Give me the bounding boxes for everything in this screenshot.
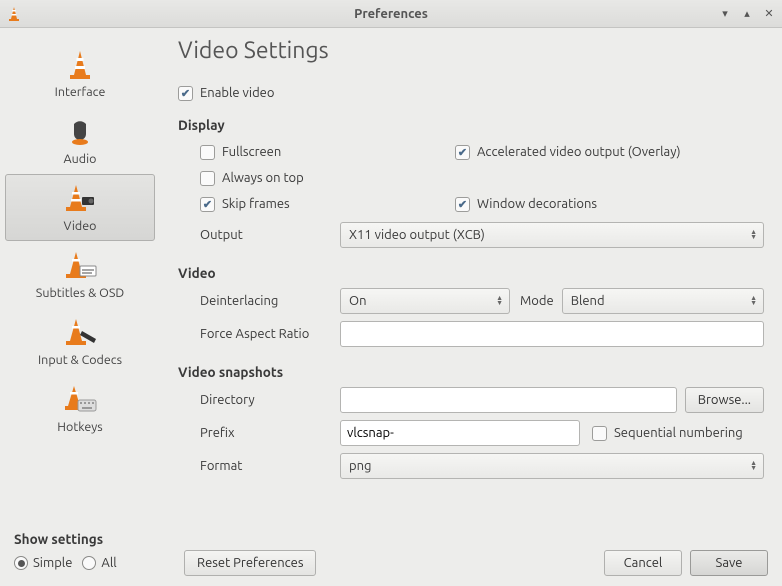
window-title: Preferences: [354, 7, 428, 21]
prefix-input[interactable]: [340, 420, 580, 446]
minimize-icon[interactable]: ▾: [718, 7, 732, 20]
always-on-top-checkbox[interactable]: [200, 171, 215, 186]
directory-input[interactable]: [340, 387, 677, 413]
window-decorations-label: Window decorations: [477, 197, 597, 211]
deinterlacing-select[interactable]: On ▲▼: [340, 288, 510, 314]
output-label: Output: [200, 228, 340, 242]
accelerated-checkbox[interactable]: [455, 145, 470, 160]
page-title: Video Settings: [178, 38, 764, 63]
fullscreen-checkbox[interactable]: [200, 145, 215, 160]
sidebar-item-label: Input & Codecs: [38, 353, 122, 367]
snapshots-heading: Video snapshots: [178, 364, 764, 380]
sidebar-item-label: Interface: [55, 85, 106, 99]
format-value: png: [349, 459, 372, 473]
codecs-icon: [62, 315, 98, 351]
skip-frames-checkbox[interactable]: [200, 197, 215, 212]
force-ar-label: Force Aspect Ratio: [200, 327, 340, 341]
select-spinner-icon: ▲▼: [750, 461, 757, 471]
enable-video-row: Enable video: [178, 79, 764, 107]
deinterlacing-label: Deinterlacing: [200, 294, 340, 308]
main-panel: Video Settings Enable video Display Full…: [160, 28, 782, 525]
skip-frames-label: Skip frames: [222, 197, 290, 211]
sidebar-item-video[interactable]: Video: [5, 174, 155, 241]
select-spinner-icon: ▲▼: [750, 296, 757, 306]
all-label: All: [101, 556, 116, 570]
footer: Show settings Simple All Reset Preferenc…: [0, 525, 782, 586]
sidebar-item-hotkeys[interactable]: Hotkeys: [5, 375, 155, 442]
sidebar-item-label: Audio: [64, 152, 97, 166]
select-spinner-icon: ▲▼: [750, 230, 757, 240]
sidebar-item-subtitles[interactable]: Subtitles & OSD: [5, 241, 155, 308]
window-decorations-checkbox[interactable]: [455, 197, 470, 212]
subtitles-icon: [62, 248, 98, 284]
display-heading: Display: [178, 117, 764, 133]
radio-icon: [14, 556, 28, 570]
format-select[interactable]: png ▲▼: [340, 453, 764, 479]
vlc-cone-icon: [6, 6, 22, 22]
force-ar-input[interactable]: [340, 321, 764, 347]
enable-video-checkbox[interactable]: [178, 86, 193, 101]
window-controls: ▾ ▴ ✕: [718, 7, 776, 20]
deinterlacing-value: On: [349, 294, 367, 308]
sidebar-item-label: Video: [64, 219, 97, 233]
sidebar-item-audio[interactable]: Audio: [5, 107, 155, 174]
cancel-button[interactable]: Cancel: [604, 550, 682, 576]
show-settings-label: Show settings: [14, 531, 103, 547]
audio-icon: [64, 114, 96, 150]
simple-label: Simple: [33, 556, 72, 570]
directory-label: Directory: [200, 393, 340, 407]
radio-icon: [82, 556, 96, 570]
always-on-top-label: Always on top: [222, 171, 304, 185]
mode-label: Mode: [520, 294, 554, 308]
maximize-icon[interactable]: ▴: [740, 7, 754, 20]
prefix-label: Prefix: [200, 426, 340, 440]
reset-preferences-button[interactable]: Reset Preferences: [184, 550, 316, 576]
titlebar: Preferences ▾ ▴ ✕: [0, 0, 782, 28]
browse-button[interactable]: Browse...: [685, 387, 764, 413]
sidebar-item-interface[interactable]: Interface: [5, 40, 155, 107]
mode-value: Blend: [571, 294, 605, 308]
sidebar-item-label: Subtitles & OSD: [36, 286, 124, 300]
video-heading: Video: [178, 265, 764, 281]
format-label: Format: [200, 459, 340, 473]
close-icon[interactable]: ✕: [762, 7, 776, 20]
fullscreen-label: Fullscreen: [222, 145, 281, 159]
settings-mode-all[interactable]: All: [82, 556, 116, 570]
sequential-label: Sequential numbering: [614, 426, 743, 440]
select-spinner-icon: ▲▼: [496, 296, 503, 306]
sidebar-item-label: Hotkeys: [57, 420, 102, 434]
sidebar-item-input-codecs[interactable]: Input & Codecs: [5, 308, 155, 375]
output-value: X11 video output (XCB): [349, 228, 485, 242]
output-select[interactable]: X11 video output (XCB) ▲▼: [340, 222, 764, 248]
video-icon: [62, 181, 98, 217]
interface-icon: [64, 47, 96, 83]
mode-select[interactable]: Blend ▲▼: [562, 288, 764, 314]
enable-video-label: Enable video: [200, 86, 274, 100]
settings-mode-simple[interactable]: Simple: [14, 556, 72, 570]
hotkeys-icon: [62, 382, 98, 418]
accelerated-label: Accelerated video output (Overlay): [477, 145, 681, 159]
sidebar: Interface Audio Video Subtitles & OSD In…: [0, 28, 160, 525]
sequential-checkbox[interactable]: [592, 426, 607, 441]
save-button[interactable]: Save: [690, 550, 768, 576]
